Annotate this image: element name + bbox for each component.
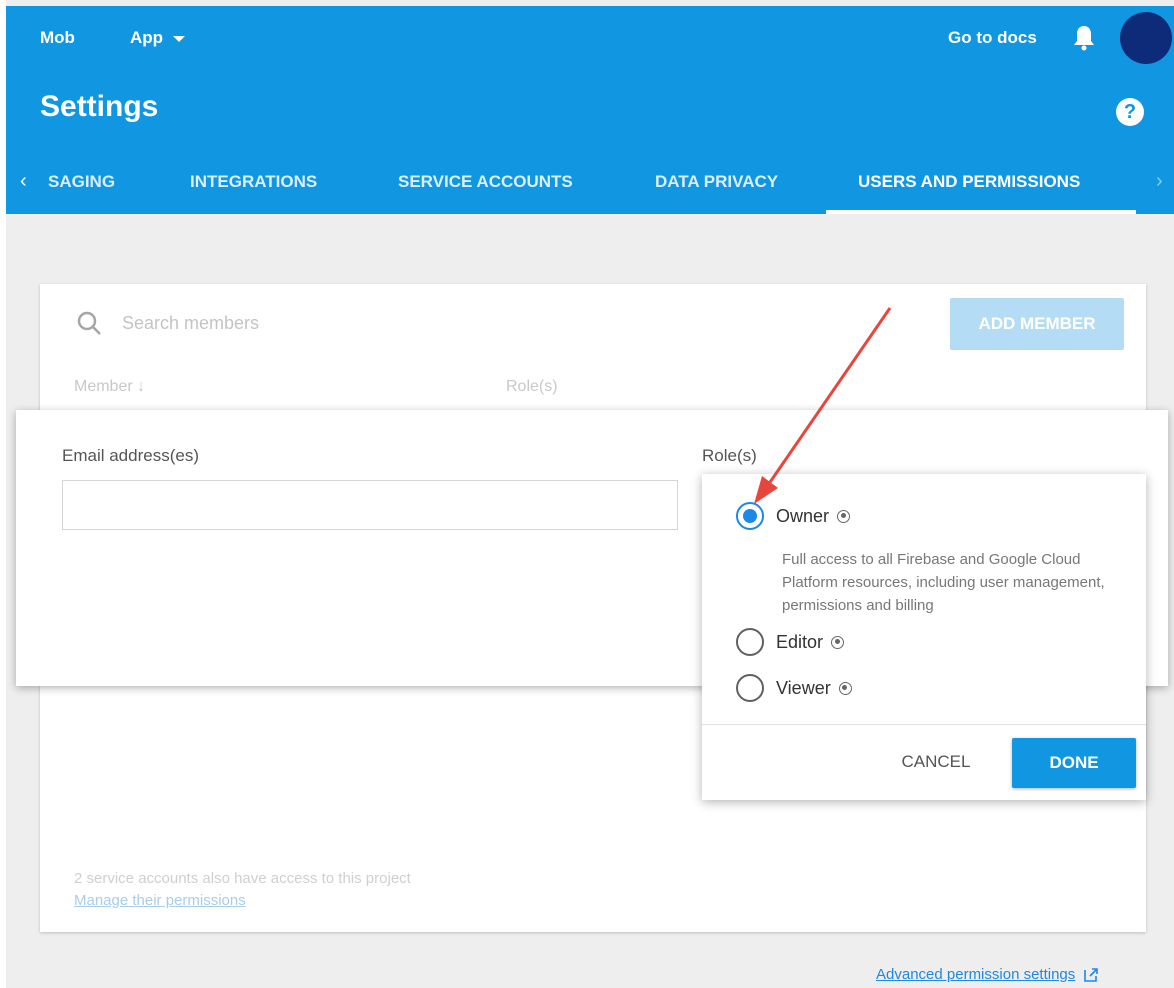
role-option-viewer[interactable]: Viewer xyxy=(736,674,852,702)
page-title: Settings xyxy=(40,90,159,123)
role-option-editor[interactable]: Editor xyxy=(736,628,845,656)
role-name-editor: Editor xyxy=(776,631,824,652)
member-column-header[interactable]: Member ↓ xyxy=(74,378,145,396)
active-tab-indicator xyxy=(826,210,1136,214)
external-link-icon xyxy=(1084,967,1099,982)
viewer-radio[interactable] xyxy=(736,674,764,702)
info-icon[interactable] xyxy=(831,635,845,649)
tab-messaging[interactable]: SAGING xyxy=(48,172,115,192)
top-bar: Mob App Go to docs xyxy=(6,6,1174,70)
app-selector-label: App xyxy=(130,28,164,47)
cancel-button[interactable]: CANCEL xyxy=(882,738,990,786)
tab-service-accounts[interactable]: SERVICE ACCOUNTS xyxy=(398,172,573,192)
add-member-button[interactable]: ADD MEMBER xyxy=(950,298,1124,350)
search-icon xyxy=(77,311,101,335)
role-picker-popup: Owner Full access to all Firebase and Go… xyxy=(702,474,1146,800)
tab-scroll-left-icon[interactable]: ‹ xyxy=(20,170,27,193)
email-label: Email address(es) xyxy=(62,446,199,465)
tab-users-and-permissions[interactable]: USERS AND PERMISSIONS xyxy=(858,172,1080,192)
owner-description: Full access to all Firebase and Google C… xyxy=(782,551,1105,614)
manage-permissions-link[interactable]: Manage their permissions xyxy=(74,892,246,909)
settings-tabs: ‹ SAGING INTEGRATIONS SERVICE ACCOUNTS D… xyxy=(6,156,1174,214)
avatar[interactable] xyxy=(1120,12,1172,64)
header: Mob App Go to docs Settings ? ‹ SAGING I… xyxy=(6,6,1174,214)
tab-data-privacy[interactable]: DATA PRIVACY xyxy=(655,172,778,192)
annotation-arrow-icon xyxy=(754,307,892,504)
app-selector[interactable]: App xyxy=(130,28,186,48)
project-name[interactable]: Mob xyxy=(40,28,75,48)
caret-down-icon xyxy=(173,36,186,42)
bell-icon[interactable] xyxy=(1072,24,1096,52)
editor-radio[interactable] xyxy=(736,628,764,656)
help-icon[interactable]: ? xyxy=(1116,98,1144,126)
done-button[interactable]: DONE xyxy=(1012,738,1136,788)
advanced-permission-settings-link[interactable]: Advanced permission settings xyxy=(876,966,1099,983)
divider xyxy=(702,724,1146,725)
go-to-docs-link[interactable]: Go to docs xyxy=(948,28,1037,48)
email-field[interactable] xyxy=(62,480,678,530)
roles-column-header: Role(s) xyxy=(506,378,558,395)
role-name-viewer: Viewer xyxy=(776,677,831,698)
tab-scroll-right-icon[interactable]: › xyxy=(1156,170,1163,193)
advanced-link-label: Advanced permission settings xyxy=(876,966,1076,983)
search-input[interactable] xyxy=(122,306,522,340)
tab-integrations[interactable]: INTEGRATIONS xyxy=(190,172,317,192)
service-accounts-note: 2 service accounts also have access to t… xyxy=(74,870,411,887)
info-icon[interactable] xyxy=(838,681,852,695)
